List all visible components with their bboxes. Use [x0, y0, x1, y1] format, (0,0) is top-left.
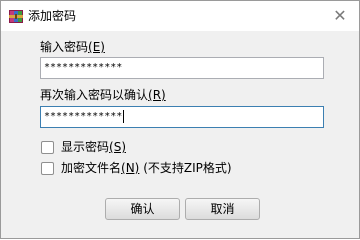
- confirm-password-label: 再次输入密码以确认(R): [40, 88, 166, 103]
- close-icon[interactable]: ✕: [331, 7, 349, 25]
- title-bar[interactable]: 添加密码 ✕: [1, 1, 359, 31]
- password-input-value: *************: [44, 62, 123, 73]
- cancel-button[interactable]: 取消: [185, 198, 260, 220]
- password-label: 输入密码(E): [40, 40, 105, 55]
- encrypt-filenames-label[interactable]: 加密文件名(N) (不支持ZIP格式): [61, 161, 232, 176]
- confirm-password-input[interactable]: *************: [40, 106, 324, 128]
- password-label-text: 输入密码: [40, 40, 89, 54]
- add-password-dialog: 添加密码 ✕ 输入密码(E) ************* 再次输入密码以确认(R…: [0, 0, 360, 239]
- show-password-checkbox[interactable]: [41, 141, 54, 154]
- password-input[interactable]: *************: [40, 57, 324, 79]
- ok-button[interactable]: 确认: [105, 198, 180, 220]
- encrypt-filenames-mnemonic: (N): [121, 161, 140, 175]
- show-password-mnemonic: (S): [109, 140, 126, 154]
- window-title: 添加密码: [28, 9, 77, 23]
- encrypt-filenames-checkbox[interactable]: [41, 162, 54, 175]
- show-password-text: 显示密码: [61, 140, 110, 154]
- confirm-input-value: *************: [44, 111, 123, 122]
- dialog-body: 输入密码(E) ************* 再次输入密码以确认(R) *****…: [1, 31, 359, 238]
- zip-not-supported-note: (不支持ZIP格式): [143, 161, 232, 175]
- confirm-label-text: 再次输入密码以确认: [40, 88, 149, 102]
- encrypt-filenames-text: 加密文件名: [61, 161, 122, 175]
- text-caret: [123, 109, 125, 123]
- show-password-label[interactable]: 显示密码(S): [61, 140, 126, 155]
- password-mnemonic: (E): [88, 40, 105, 54]
- archive-app-icon: [8, 8, 24, 24]
- confirm-mnemonic: (R): [148, 88, 166, 102]
